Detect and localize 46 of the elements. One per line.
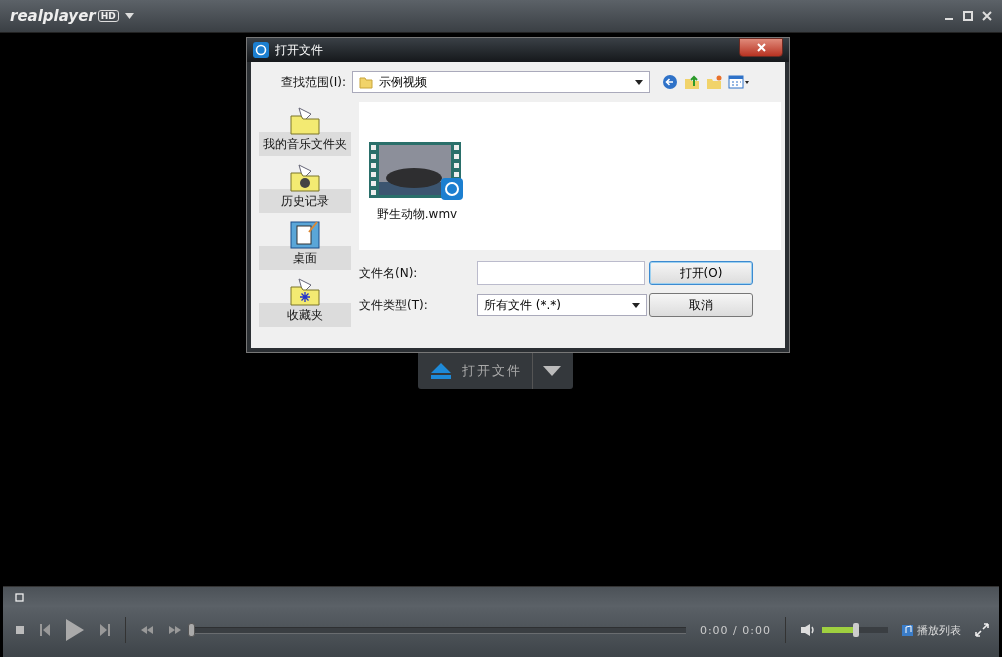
next-icon[interactable] (99, 623, 111, 637)
maximize-icon[interactable] (963, 11, 973, 21)
seek-thumb[interactable] (188, 623, 195, 637)
file-type-label: 文件类型(T): (359, 296, 429, 314)
volume-icon[interactable] (800, 623, 816, 637)
volume-thumb[interactable] (853, 623, 860, 637)
music-folder-icon (289, 106, 321, 136)
file-item[interactable]: 野生动物.wmv (369, 142, 465, 223)
music-note-icon (902, 624, 913, 636)
rewind-icon[interactable] (140, 625, 154, 635)
look-in-label: 查找范围(I): (281, 73, 346, 91)
caret-icon (634, 79, 643, 85)
history-folder-icon (289, 163, 321, 193)
open-file-button[interactable]: 打开文件 (418, 353, 573, 389)
up-folder-icon[interactable] (683, 74, 700, 90)
fullscreen-icon[interactable] (975, 623, 989, 637)
playlist-button[interactable]: 播放列表 (902, 622, 961, 638)
previous-icon[interactable] (39, 623, 51, 637)
look-in-dropdown[interactable]: 示例视频 (351, 71, 650, 93)
close-button[interactable] (739, 38, 783, 57)
app-logo[interactable]: realplayer HD (10, 7, 119, 25)
close-icon (756, 43, 766, 52)
new-folder-icon[interactable] (705, 74, 722, 90)
caret-icon[interactable] (124, 13, 134, 19)
fast-forward-icon[interactable] (168, 625, 182, 635)
back-icon[interactable] (661, 74, 678, 90)
dropdown-arrow-icon[interactable] (543, 366, 561, 376)
open-button[interactable]: 打开(O) (649, 261, 753, 285)
time-display: 0:00 / 0:00 (699, 623, 771, 637)
favorites-folder-icon (289, 277, 321, 307)
file-name-field[interactable] (477, 261, 645, 285)
folder-icon (358, 75, 373, 89)
seek-bar[interactable] (190, 623, 686, 637)
view-menu-icon[interactable] (727, 74, 750, 90)
play-icon[interactable] (65, 618, 85, 642)
eject-icon (430, 362, 452, 380)
desktop-icon (289, 220, 321, 250)
mini-mode-icon[interactable] (15, 592, 24, 602)
file-name-label: 文件名(N): (359, 264, 419, 282)
caret-icon (632, 302, 640, 308)
file-type-dropdown[interactable]: 所有文件 (*.*) (477, 294, 647, 316)
dialog-title: 打开文件 (275, 41, 323, 59)
close-icon[interactable] (982, 11, 992, 21)
cancel-button[interactable]: 取消 (649, 293, 753, 317)
app-icon (253, 42, 269, 58)
stop-icon[interactable] (15, 625, 25, 635)
